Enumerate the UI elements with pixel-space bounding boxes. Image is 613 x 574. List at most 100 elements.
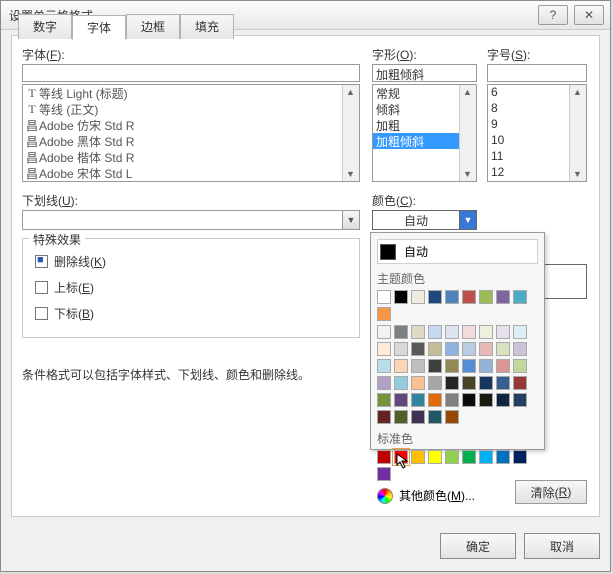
color-swatch[interactable] — [496, 325, 510, 339]
style-input[interactable]: 加粗倾斜 — [372, 64, 477, 82]
font-list-item[interactable]: T等线 (正文) — [23, 101, 359, 117]
font-input[interactable] — [22, 64, 360, 82]
size-list[interactable]: 6 8 9 10 11 12 — [487, 84, 587, 182]
subscript-checkbox[interactable] — [35, 307, 48, 320]
size-input[interactable] — [487, 64, 587, 82]
color-swatch[interactable] — [445, 410, 459, 424]
color-swatch[interactable] — [377, 393, 391, 407]
color-swatch[interactable] — [411, 290, 425, 304]
color-swatch[interactable] — [496, 376, 510, 390]
color-swatch[interactable] — [377, 450, 391, 464]
superscript-row[interactable]: 上标(E) — [35, 279, 94, 296]
color-swatch[interactable] — [445, 290, 459, 304]
color-swatch[interactable] — [513, 376, 527, 390]
color-swatch[interactable] — [394, 325, 408, 339]
color-swatch[interactable] — [513, 325, 527, 339]
color-swatch[interactable] — [377, 359, 391, 373]
color-swatch[interactable] — [394, 393, 408, 407]
color-swatch[interactable] — [462, 376, 476, 390]
color-swatch[interactable] — [428, 393, 442, 407]
color-swatch[interactable] — [377, 290, 391, 304]
color-swatch[interactable] — [513, 393, 527, 407]
font-list-item[interactable]: 昌Adobe 仿宋 Std R — [23, 117, 359, 133]
size-list-scrollbar[interactable] — [569, 85, 586, 181]
font-list-item[interactable]: 昌Adobe 黑体 Std R — [23, 133, 359, 149]
color-swatch[interactable] — [428, 342, 442, 356]
color-swatch[interactable] — [496, 290, 510, 304]
superscript-checkbox[interactable] — [35, 281, 48, 294]
color-swatch[interactable] — [462, 342, 476, 356]
color-swatch[interactable] — [462, 450, 476, 464]
color-swatch[interactable] — [513, 450, 527, 464]
color-swatch[interactable] — [513, 342, 527, 356]
color-swatch[interactable] — [479, 393, 493, 407]
color-swatch[interactable] — [496, 359, 510, 373]
color-swatch[interactable] — [377, 307, 391, 321]
color-swatch[interactable] — [394, 359, 408, 373]
cancel-button[interactable]: 取消 — [524, 533, 600, 559]
color-swatch[interactable] — [496, 450, 510, 464]
color-swatch[interactable] — [394, 410, 408, 424]
color-swatch[interactable] — [377, 376, 391, 390]
color-swatch[interactable] — [411, 376, 425, 390]
color-swatch[interactable] — [428, 325, 442, 339]
color-swatch[interactable] — [462, 359, 476, 373]
color-swatch[interactable] — [479, 342, 493, 356]
color-swatch[interactable] — [479, 450, 493, 464]
strike-checkbox[interactable] — [35, 255, 48, 268]
color-swatch[interactable] — [445, 393, 459, 407]
style-list[interactable]: 常规 倾斜 加粗 加粗倾斜 — [372, 84, 477, 182]
color-swatch[interactable] — [428, 376, 442, 390]
color-swatch[interactable] — [479, 325, 493, 339]
color-swatch[interactable] — [445, 359, 459, 373]
color-swatch[interactable] — [377, 410, 391, 424]
font-list[interactable]: T等线 Light (标题) T等线 (正文) 昌Adobe 仿宋 Std R … — [22, 84, 360, 182]
color-swatch[interactable] — [411, 410, 425, 424]
color-swatch[interactable] — [479, 290, 493, 304]
color-swatch[interactable] — [394, 290, 408, 304]
color-swatch[interactable] — [462, 393, 476, 407]
color-swatch[interactable] — [411, 342, 425, 356]
underline-dropdown[interactable]: ▼ — [22, 210, 360, 230]
tab-number[interactable]: 数字 — [18, 14, 72, 39]
color-swatch[interactable] — [445, 342, 459, 356]
color-swatch[interactable] — [513, 359, 527, 373]
color-swatch[interactable] — [462, 290, 476, 304]
color-swatch[interactable] — [428, 290, 442, 304]
color-swatch[interactable] — [411, 450, 425, 464]
color-swatch[interactable] — [411, 325, 425, 339]
color-swatch[interactable] — [445, 325, 459, 339]
font-list-item[interactable]: 昌Adobe 楷体 Std R — [23, 149, 359, 165]
ok-button[interactable]: 确定 — [440, 533, 516, 559]
color-swatch[interactable] — [445, 376, 459, 390]
tab-border[interactable]: 边框 — [126, 14, 180, 39]
subscript-row[interactable]: 下标(B) — [35, 305, 94, 322]
color-dropdown[interactable]: 自动 ▼ — [372, 210, 477, 230]
color-swatch[interactable] — [479, 359, 493, 373]
color-swatch[interactable] — [428, 359, 442, 373]
font-list-item[interactable]: T等线 Light (标题) — [23, 85, 359, 101]
color-swatch[interactable] — [394, 342, 408, 356]
font-list-scrollbar[interactable] — [342, 85, 359, 181]
color-swatch[interactable] — [513, 290, 527, 304]
color-swatch[interactable] — [411, 359, 425, 373]
tab-fill[interactable]: 填充 — [180, 14, 234, 39]
color-swatch[interactable] — [445, 450, 459, 464]
more-colors[interactable]: 其他颜色(M)... — [377, 487, 538, 504]
color-swatch[interactable] — [394, 376, 408, 390]
color-swatch[interactable] — [462, 325, 476, 339]
strike-row[interactable]: 删除线(K) — [35, 253, 106, 270]
color-swatch[interactable] — [377, 325, 391, 339]
color-swatch[interactable] — [479, 376, 493, 390]
color-swatch[interactable] — [496, 393, 510, 407]
color-auto[interactable]: 自动 — [377, 239, 538, 264]
color-swatch[interactable] — [411, 393, 425, 407]
color-swatch[interactable] — [377, 467, 391, 481]
help-button[interactable]: ? — [538, 5, 568, 25]
color-swatch[interactable] — [377, 342, 391, 356]
close-button[interactable]: ✕ — [574, 5, 604, 25]
tab-font[interactable]: 字体 — [72, 15, 126, 40]
color-swatch[interactable] — [428, 410, 442, 424]
font-list-item[interactable]: 昌Adobe 宋体 Std L — [23, 165, 359, 181]
style-list-scrollbar[interactable] — [459, 85, 476, 181]
